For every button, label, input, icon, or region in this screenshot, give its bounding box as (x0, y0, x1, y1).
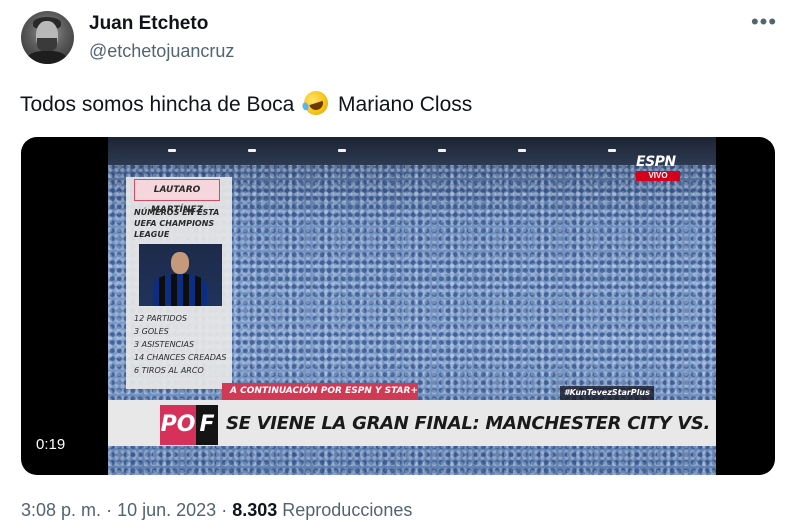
tweet-text: Todos somos hincha de Boca Mariano Closs (20, 87, 473, 119)
rolling-laughing-emoji-icon (301, 87, 332, 119)
show-logo-f: F (196, 405, 218, 445)
author-avatar[interactable] (21, 11, 74, 64)
player-stat: 3 GOLES (134, 327, 169, 336)
player-stat: 12 PARTIDOS (134, 314, 187, 323)
player-stat: 14 CHANCES CREADAS (134, 353, 227, 362)
views-label: Reproducciones (282, 500, 413, 520)
espn-wordmark: ESPN (636, 154, 676, 170)
up-next-bar: A CONTINUACIÓN POR ESPN Y STAR+ (222, 383, 418, 400)
stadium-roof (108, 137, 716, 165)
meta-separator: · (221, 500, 228, 520)
video-headline: SE VIENE LA GRAN FINAL: MANCHESTER CITY … (226, 413, 716, 434)
avatar-body (27, 51, 67, 64)
player-stat: 6 TIROS AL ARCO (134, 366, 204, 375)
espn-logo: ESPN VIVO (636, 154, 680, 181)
player-stats-list: 12 PARTIDOS 3 GOLES 3 ASISTENCIAS 14 CHA… (134, 312, 230, 377)
player-card-subtitle: NÚMEROS EN ESTA UEFA CHAMPIONS LEAGUE (134, 208, 220, 239)
player-name: LAUTARO MARTÍNEZ (134, 179, 220, 215)
video-frame[interactable]: ESPN VIVO LAUTARO MARTÍNEZ NÚMEROS EN ES… (108, 137, 716, 475)
tweet-meta: 3:08 p. m. · 10 jun. 2023 · 8.303 Reprod… (21, 500, 412, 521)
tweet-text-part-1: Todos somos hincha de Boca (20, 93, 295, 116)
video-player[interactable]: ESPN VIVO LAUTARO MARTÍNEZ NÚMEROS EN ES… (21, 137, 775, 475)
player-stat: 3 ASISTENCIAS (134, 340, 195, 349)
tweet-text-part-2: Mariano Closs (338, 93, 473, 116)
more-options-icon[interactable]: ••• (749, 11, 779, 37)
author-display-name[interactable]: Juan Etcheto (89, 13, 208, 35)
avatar-beard (37, 38, 57, 52)
tweet-date[interactable]: 10 jun. 2023 (117, 500, 216, 520)
player-stats-card: LAUTARO MARTÍNEZ NÚMEROS EN ESTA UEFA CH… (126, 177, 232, 389)
views-count: 8.303 (232, 500, 278, 520)
meta-separator: · (106, 500, 113, 520)
show-logo-po: PO (160, 405, 196, 445)
video-duration: 0:19 (36, 436, 66, 453)
live-badge: VIVO (636, 171, 680, 181)
player-photo (139, 244, 222, 306)
show-logo: PO F (160, 405, 218, 445)
hashtag-badge: #KunTevezStarPlus (560, 386, 654, 400)
tweet-time[interactable]: 3:08 p. m. (21, 500, 101, 520)
author-handle[interactable]: @etchetojuancruz (89, 41, 234, 62)
